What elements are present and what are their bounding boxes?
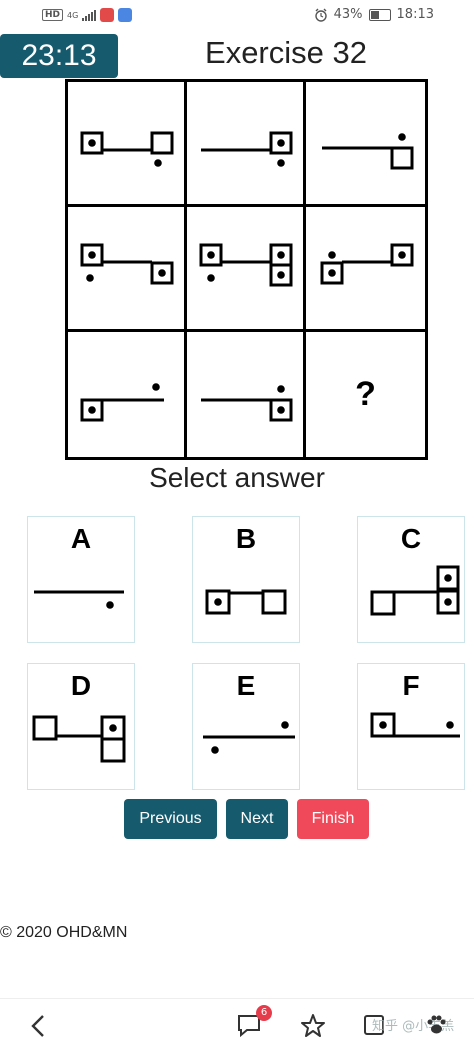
- status-left: HD 4G: [42, 8, 133, 22]
- answer-figure: [203, 721, 295, 754]
- answer-option-b[interactable]: B: [192, 516, 300, 643]
- matrix-cell: [68, 332, 187, 457]
- answer-option-a[interactable]: A: [27, 516, 135, 643]
- pattern-figure: [320, 243, 413, 285]
- pattern-figure: [201, 131, 293, 167]
- answer-letter: E: [236, 670, 256, 701]
- alarm-icon: [314, 8, 327, 22]
- pattern-figure: [80, 131, 174, 167]
- status-right: 43% 18:13: [314, 7, 434, 22]
- countdown-timer: 23:13: [0, 34, 118, 78]
- pattern-figure: [321, 133, 413, 170]
- answer-figure: [205, 589, 287, 615]
- network-type: 4G: [67, 10, 79, 20]
- previous-button[interactable]: Previous: [124, 799, 217, 839]
- answer-letter: D: [70, 670, 92, 701]
- star-icon[interactable]: [300, 1013, 326, 1039]
- answer-letter: F: [402, 670, 420, 701]
- matrix-cell: [68, 82, 187, 207]
- answer-option-c[interactable]: C: [357, 516, 465, 643]
- hd-badge: HD: [42, 9, 64, 21]
- select-answer-label: Select answer: [149, 462, 325, 493]
- status-bar: HD 4G 43% 18:13: [0, 0, 474, 30]
- answer-letter: B: [235, 523, 257, 554]
- battery-icon: [368, 8, 391, 21]
- answer-figure: [34, 590, 124, 609]
- matrix-cell: [306, 82, 425, 207]
- signal-icon: [82, 9, 97, 21]
- matrix-cell: [68, 207, 187, 332]
- answer-option-f[interactable]: F: [357, 663, 465, 790]
- answer-figure: [370, 565, 460, 616]
- pattern-figure: [80, 382, 164, 421]
- answer-letter: C: [400, 523, 422, 554]
- page-title: Exercise 32: [205, 35, 367, 70]
- bottom-nav-bar: 6 知乎 @小羊羔: [0, 998, 474, 1054]
- pattern-figure: [201, 384, 293, 421]
- matrix-cell: [187, 332, 306, 457]
- matrix-cell: [306, 207, 425, 332]
- app-notification-icon: [118, 8, 133, 22]
- finish-button[interactable]: Finish: [297, 799, 369, 839]
- puzzle-matrix: ?: [65, 79, 428, 460]
- matrix-cell: [187, 82, 306, 207]
- battery-fill: [370, 10, 380, 19]
- clock: 18:13: [396, 7, 434, 22]
- battery-percent: 43%: [333, 7, 363, 22]
- app-notification-icon: [100, 8, 115, 22]
- answer-option-d[interactable]: D: [27, 663, 135, 790]
- answer-letter: A: [70, 523, 92, 554]
- answer-figure: [370, 712, 460, 738]
- matrix-cell: [187, 207, 306, 332]
- next-button[interactable]: Next: [226, 799, 288, 839]
- pattern-figure: [80, 243, 174, 285]
- comment-button[interactable]: 6: [236, 1005, 272, 1042]
- paw-icon[interactable]: [424, 1013, 448, 1037]
- pattern-figure: [199, 243, 293, 287]
- question-mark: ?: [355, 375, 376, 413]
- copyright-text: © 2020 OHD&MN: [0, 924, 128, 941]
- answer-figure: [32, 715, 126, 763]
- comment-count-badge: 6: [256, 1005, 272, 1021]
- answer-option-e[interactable]: E: [192, 663, 300, 790]
- back-icon[interactable]: [28, 1013, 50, 1039]
- matrix-cell-question: ?: [306, 332, 425, 457]
